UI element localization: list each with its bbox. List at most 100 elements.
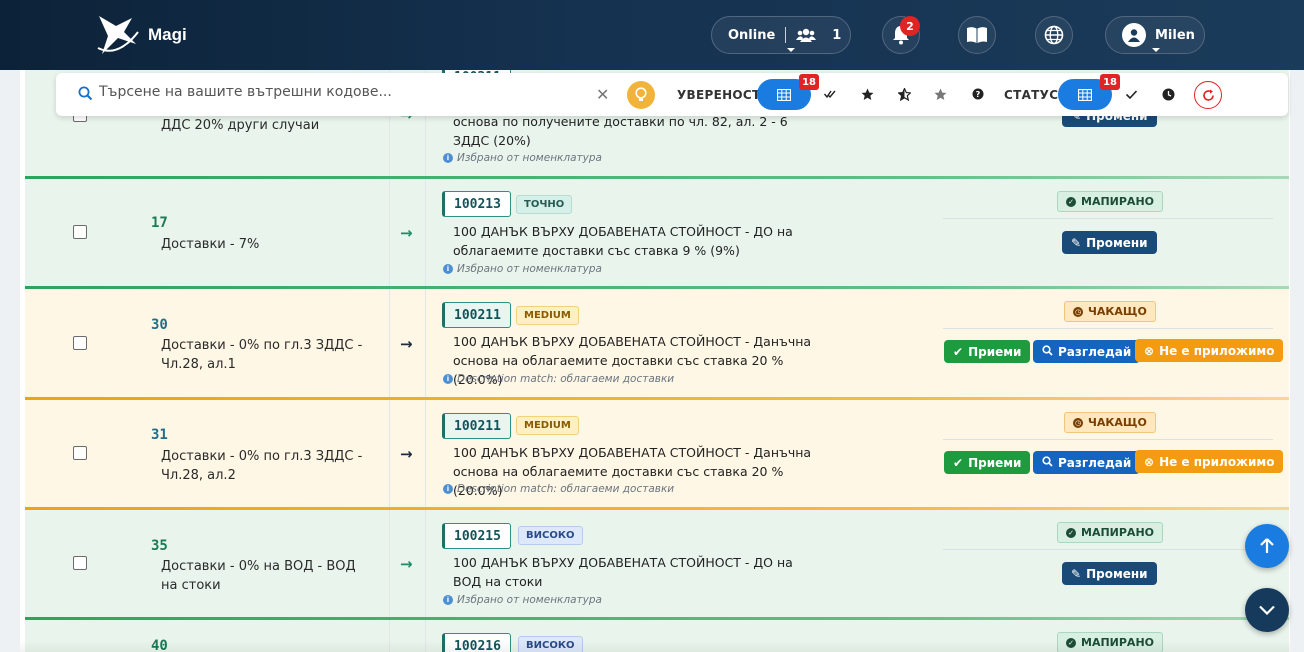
item-description: Доставки - 0% по гл.3 ЗДДС - Чл.28, ал.2 [161,449,363,483]
arrow-right-icon: → [400,445,413,463]
online-users-button[interactable]: Online 1 [711,16,851,54]
chevron-down-icon [787,48,795,52]
map-note-text: Избрано от номенклатура [457,263,602,275]
star-icon[interactable] [859,86,875,102]
divider [943,549,1273,550]
confidence-badge: ВИСОКО [518,526,583,545]
star-outline-icon[interactable] [932,86,948,102]
online-count: 1 [832,27,842,43]
double-check-icon[interactable] [822,86,838,102]
table-row: 35 Доставки - 0% на ВОД - ВОД на стоки →… [25,510,1289,617]
status-panel: ◷ ЧАКАЩО ✔ Приеми Разгледай ⊗ Не е прило… [928,289,1289,377]
map-note: i Избрано от номенклатура [443,152,602,164]
online-label: Online [728,27,776,43]
map-note: i Избрано от номенклатура [443,263,602,275]
reset-filters-button[interactable] [1194,81,1222,109]
confidence-count-badge: 18 [799,74,819,90]
check-icon[interactable] [1123,86,1139,102]
item-description: Доставки - 0% на ВОД - ВОД на стоки [161,559,356,593]
top-navbar: Magi Online 1 2 Milen [0,0,1304,70]
status-text: МАПИРАНО [1081,195,1155,208]
svg-text:?: ? [976,90,981,99]
not-applicable-label: Не е приложимо [1159,343,1275,358]
column-divider [425,179,426,286]
clock-icon: ◷ [1073,306,1083,317]
map-code: 100215 [442,523,511,549]
scroll-bottom-button[interactable] [1245,588,1289,632]
clock-icon[interactable] [1160,86,1176,102]
close-circle-icon: ⊗ [1144,343,1155,358]
chevron-down-icon [1152,48,1160,52]
chevron-down-icon [1259,605,1275,615]
edit-button[interactable]: ✎ Промени [1062,562,1157,585]
status-text: МАПИРАНО [1081,526,1155,539]
scroll-top-button[interactable] [1245,524,1289,568]
status-panel: ◷ ЧАКАЩО ✔ Приеми Разгледай ⊗ Не е прило… [928,400,1289,488]
map-note-text: Избрано от номенклатура [457,594,602,606]
row-checkbox[interactable] [73,556,87,570]
confidence-filter-label: УВЕРЕНОСТ [677,88,761,102]
user-name: Milen [1155,27,1195,43]
divider [785,27,787,43]
column-divider [389,400,390,507]
edit-button[interactable]: ✎ Промени [1062,231,1157,254]
arrow-right-icon: → [400,335,413,353]
status-text: ЧАКАЩО [1088,416,1147,429]
accept-button[interactable]: ✔ Приеми [944,451,1031,474]
info-icon: i [443,374,453,384]
close-icon[interactable]: ✕ [596,87,609,103]
map-description: основа по получените доставки по чл. 82,… [453,114,788,148]
row-checkbox[interactable] [73,446,87,460]
map-note-text: Description match: облагаеми доставки [457,483,675,495]
item-description: ДДС 20% други случаи [161,118,320,133]
edit-icon: ✎ [1071,235,1082,250]
review-button[interactable]: Разгледай [1033,340,1141,363]
not-applicable-button[interactable]: ⊗ Не е приложимо [1135,339,1284,362]
accept-label: Приеми [968,344,1022,359]
globe-icon [1044,25,1064,45]
lightbulb-icon [635,87,647,101]
accept-button[interactable]: ✔ Приеми [944,340,1031,363]
star-half-icon[interactable] [896,86,912,102]
check-icon: ✔ [953,455,964,470]
divider [943,439,1273,440]
language-button[interactable] [1035,16,1073,54]
column-divider [425,289,426,397]
confidence-badge: MEDIUM [516,416,579,435]
column-divider [389,289,390,397]
table-row: 31 Доставки - 0% по гл.3 ЗДДС - Чл.28, а… [25,400,1289,507]
check-circle-icon: ✓ [1066,196,1076,207]
users-icon [796,28,817,42]
question-icon[interactable]: ? [970,86,986,102]
search-input[interactable] [99,84,579,100]
not-applicable-label: Не е приложимо [1159,454,1275,469]
user-menu-button[interactable]: Milen [1105,16,1205,54]
column-divider [389,510,390,617]
not-applicable-button[interactable]: ⊗ Не е приложимо [1135,450,1284,473]
status-filter-label: СТАТУС [1004,88,1059,102]
map-code: 100211 [442,302,511,328]
search-filter-bar: ✕ УВЕРЕНОСТ 18 ? СТАТУС 18 [56,73,1288,116]
confidence-all-button[interactable]: 18 [757,74,819,110]
grid-icon [1078,88,1092,101]
status-all-button[interactable]: 18 [1058,74,1120,110]
item-code: 35 [151,538,168,554]
status-panel: ✓ МАПИРАНО ✎ Промени [928,510,1289,598]
search-icon [1042,344,1053,359]
confidence-badge: ТОЧНО [516,195,573,214]
status-badge: ◷ ЧАКАЩО [1064,412,1156,433]
book-icon [967,27,987,43]
row-checkbox[interactable] [73,336,87,350]
row-checkbox[interactable] [73,225,87,239]
docs-button[interactable] [958,16,996,54]
suggestions-button[interactable] [627,81,655,109]
app-logo[interactable]: Magi [96,14,187,56]
notification-count-badge: 2 [900,16,920,36]
item-description: Доставки - 0% по гл.3 ЗДДС - Чл.28, ал.1 [161,338,363,372]
review-label: Разгледай [1058,344,1132,359]
map-description: 100 ДАНЪК ВЪРХУ ДОБАВЕНАТА СТОЙНОСТ - ДО… [453,555,793,589]
magi-star-icon [97,16,139,54]
map-note: i Description match: облагаеми доставки [443,483,674,495]
status-badge: ✓ МАПИРАНО [1057,191,1164,212]
review-button[interactable]: Разгледай [1033,451,1141,474]
